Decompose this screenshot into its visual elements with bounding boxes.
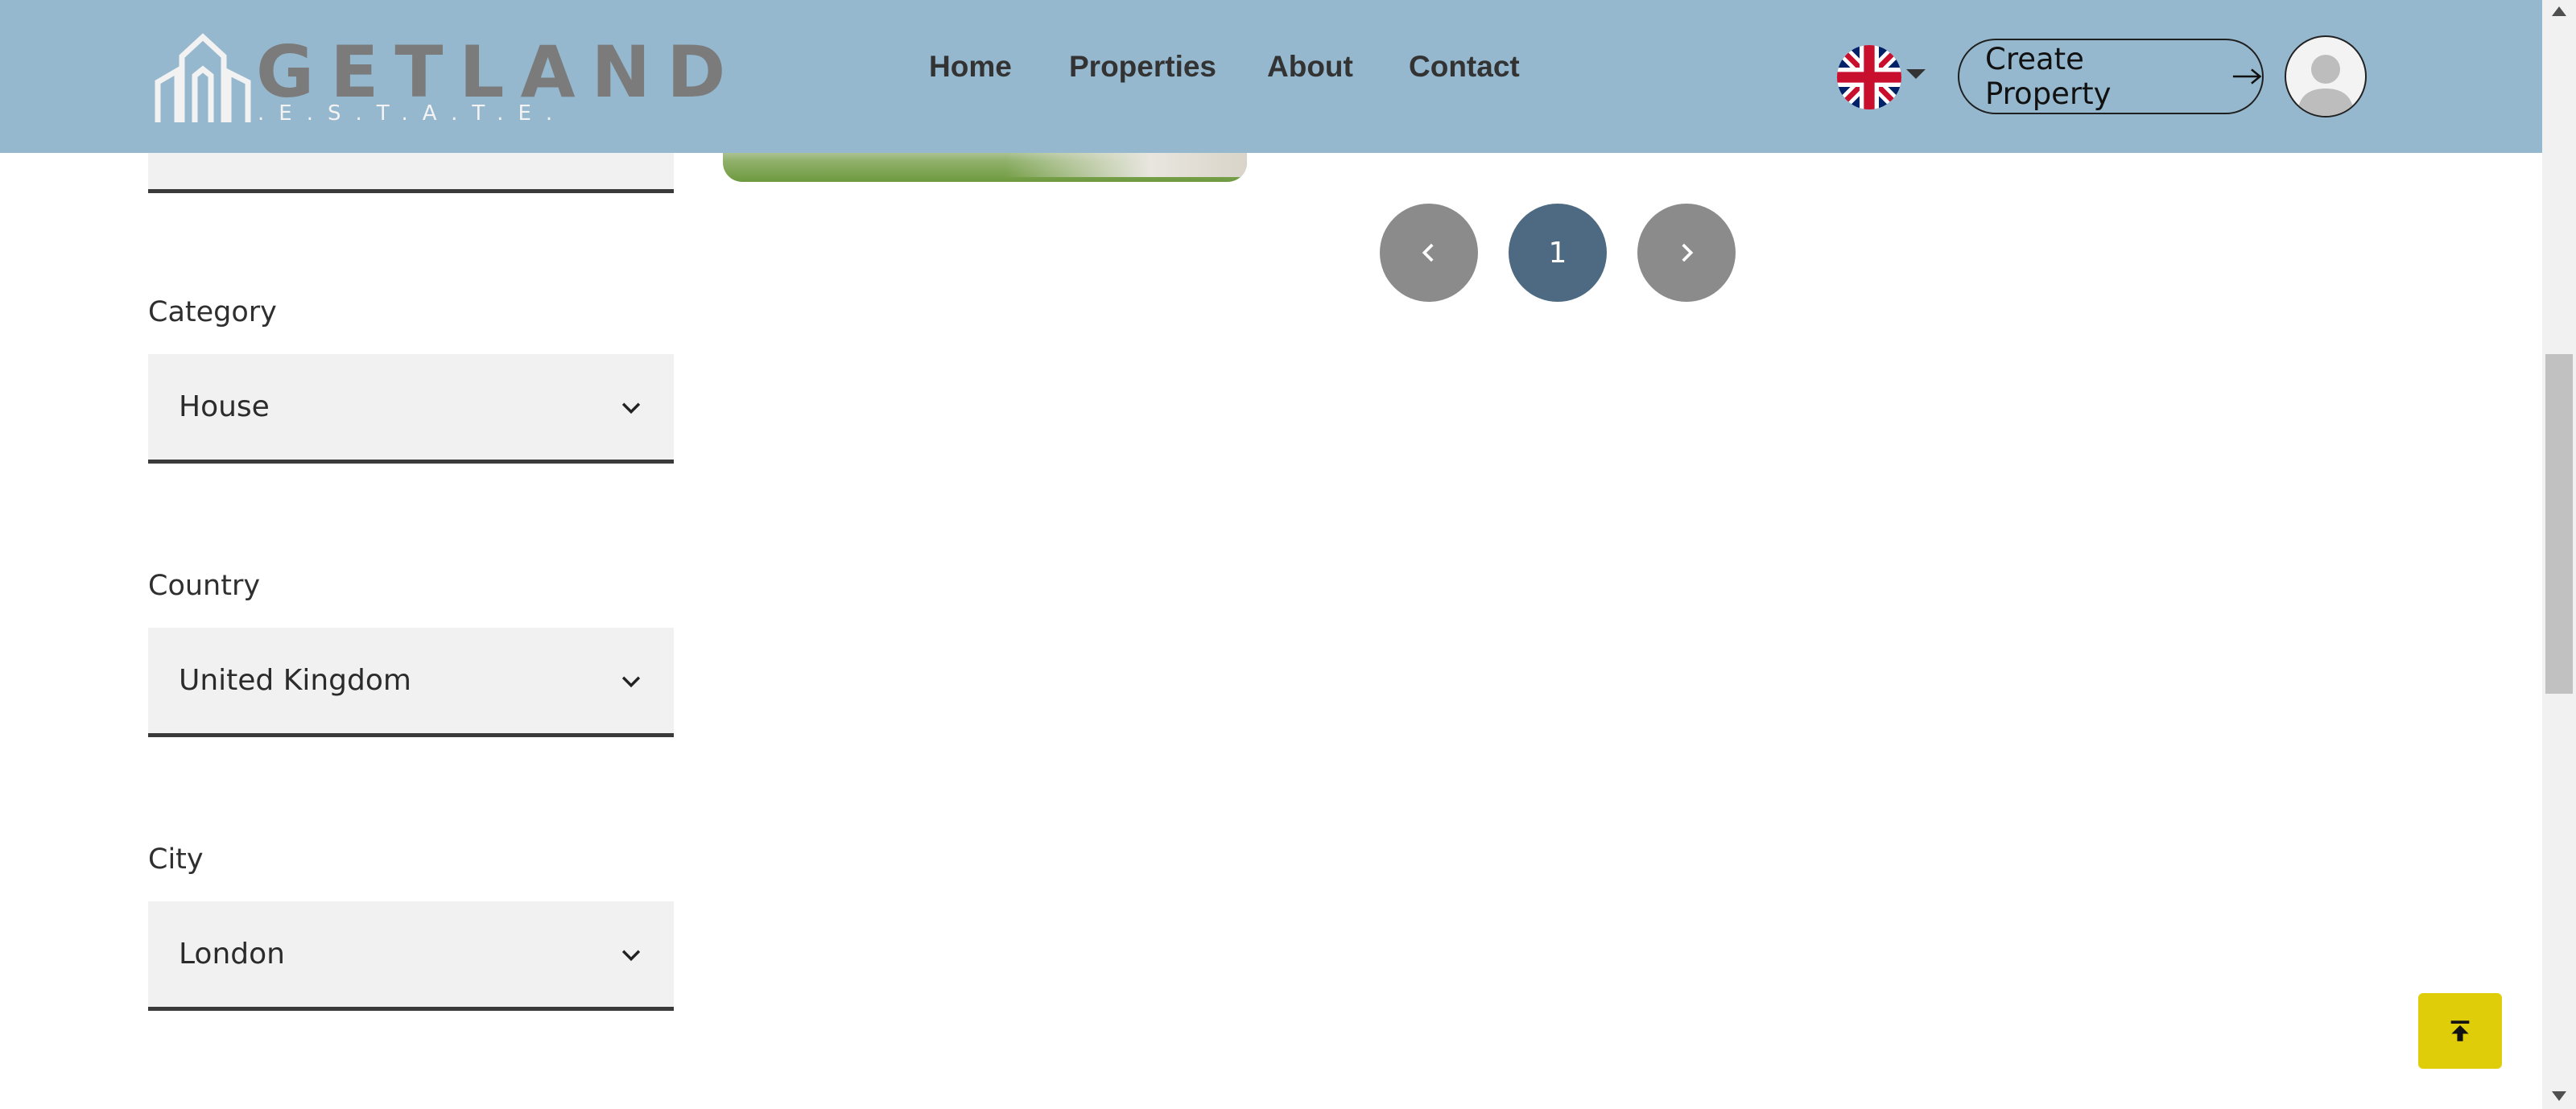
brand-tagline: .E.S.T.A.T.E. (258, 101, 568, 126)
nav-link-home[interactable]: Home (929, 50, 1012, 84)
country-select[interactable]: United Kingdom (148, 628, 674, 737)
arrow-right-icon (2232, 68, 2262, 85)
uk-flag-icon (1837, 45, 1901, 109)
chevron-left-icon (1422, 243, 1434, 262)
chevron-down-icon (621, 402, 641, 414)
scroll-down-arrow-icon[interactable] (2552, 1091, 2566, 1101)
user-avatar[interactable] (2285, 35, 2367, 117)
city-label: City (148, 843, 204, 876)
category-value: House (179, 390, 270, 423)
country-label: Country (148, 570, 261, 602)
site-logo[interactable]: GETLAND .E.S.T.A.T.E. (153, 32, 725, 126)
country-value: United Kingdom (179, 664, 411, 697)
nav-link-properties[interactable]: Properties (1069, 50, 1216, 84)
language-selector[interactable] (1837, 45, 1901, 109)
building-logo-icon (155, 33, 251, 122)
brand-name: GETLAND (256, 31, 742, 113)
scroll-up-arrow-icon[interactable] (2552, 6, 2566, 16)
city-select[interactable]: London (148, 901, 674, 1011)
back-to-top-icon (2450, 1020, 2470, 1041)
category-select[interactable]: House (148, 354, 674, 464)
create-property-label: Create Property (1985, 42, 2112, 111)
pagination-next-button[interactable] (1637, 204, 1736, 302)
chevron-down-icon (621, 676, 641, 687)
nav-link-contact[interactable]: Contact (1409, 50, 1520, 84)
chevron-right-icon (1682, 243, 1694, 262)
chevron-down-icon (621, 950, 641, 961)
scroll-thumb[interactable] (2545, 354, 2573, 694)
nav-link-about[interactable]: About (1267, 50, 1353, 84)
page-scrollbar[interactable] (2542, 0, 2576, 1109)
pagination-page-number: 1 (1548, 236, 1567, 270)
city-value: London (179, 938, 285, 971)
pagination-page-button[interactable]: 1 (1509, 204, 1607, 302)
pagination-prev-button[interactable] (1380, 204, 1478, 302)
user-avatar-icon (2297, 55, 2354, 116)
back-to-top-button[interactable] (2418, 993, 2502, 1069)
caret-down-icon[interactable] (1906, 69, 1926, 79)
site-header: GETLAND .E.S.T.A.T.E. Home Properties Ab… (0, 0, 2542, 153)
create-property-button[interactable]: Create Property (1958, 39, 2264, 114)
category-label: Category (148, 296, 277, 328)
